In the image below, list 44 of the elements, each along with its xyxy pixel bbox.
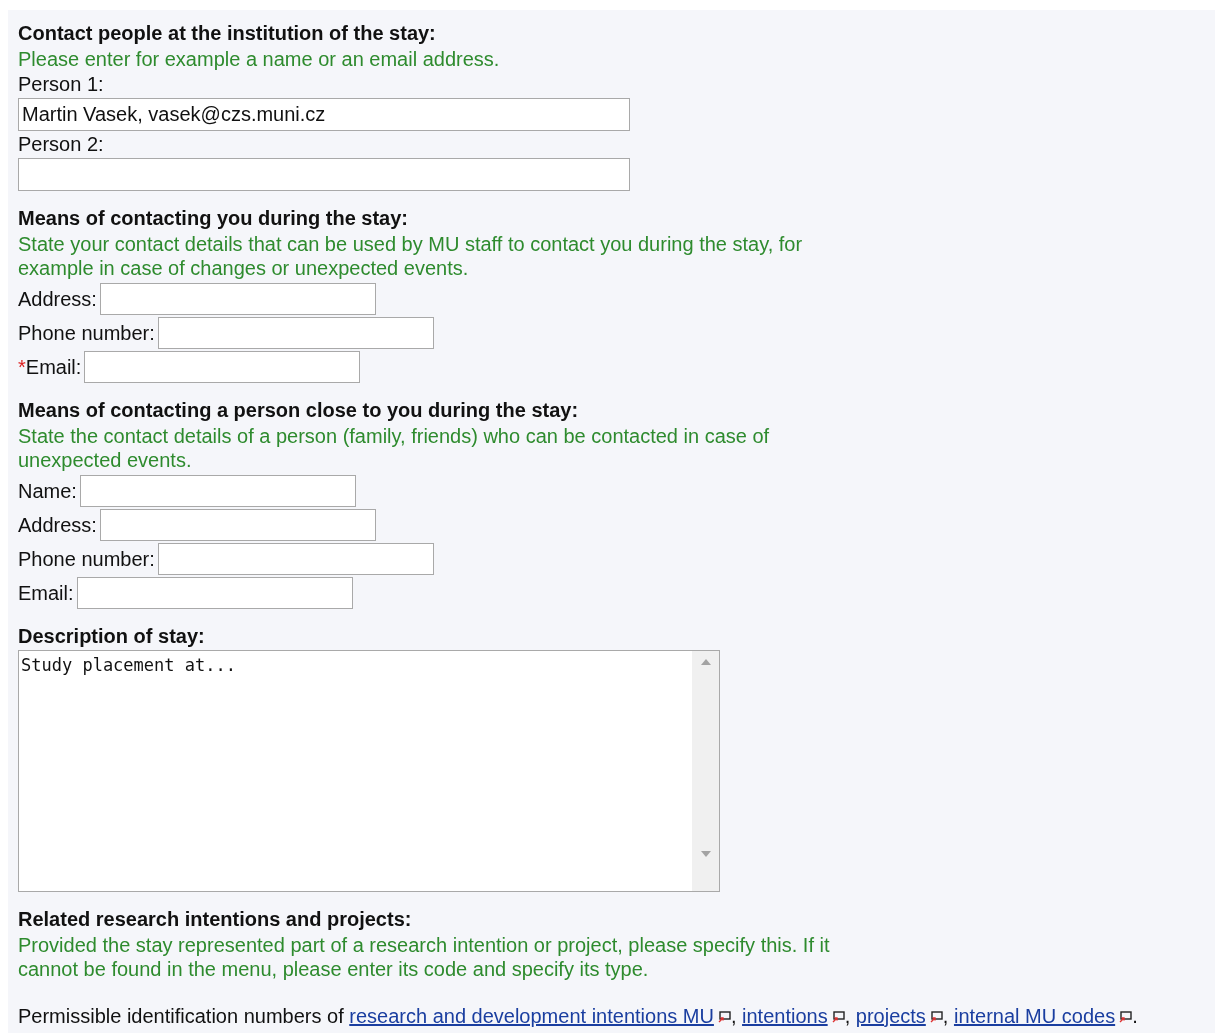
field-label: Phone number: — [18, 321, 155, 346]
section-heading: Contact people at the institution of the stay: — [18, 21, 437, 46]
section-heading: Related research intentions and projects: — [18, 907, 413, 932]
text-field[interactable] — [79, 475, 356, 507]
external-link-icon — [929, 1011, 943, 1023]
text-field[interactable] — [84, 351, 361, 383]
text-field[interactable] — [18, 158, 630, 191]
external-link-icon — [831, 1011, 845, 1023]
separator-text: , — [844, 1005, 852, 1027]
hint-text: State the contact details of a person (family, friends) who can be contacted in case of unexpected events. — [18, 424, 771, 472]
description-textarea[interactable]: Study placement at... — [18, 650, 720, 892]
hint-text: Provided the stay represented part of a research intention or project, please specify this. If it cannot be found in the menu, please enter its code and specify its type. — [18, 933, 831, 981]
text-field[interactable]: Martin Vasek, vasek@czs.muni.cz — [18, 98, 630, 131]
external-link-icon — [1119, 1011, 1133, 1023]
field-label: Address: — [18, 287, 97, 312]
text-field[interactable] — [99, 509, 376, 541]
reference-link[interactable]: research and development intentions MU — [349, 1005, 714, 1027]
field-label: *Email: — [18, 355, 82, 380]
hint-text: Please enter for example a name or an email address. — [18, 47, 501, 71]
field-label: Phone number: — [18, 547, 155, 572]
reference-link[interactable]: internal MU codes — [953, 1005, 1116, 1027]
field-label: Address: — [18, 513, 97, 538]
hint-text: State your contact details that can be used by MU staff to contact you during the stay, for example in case of changes or unexpected events. — [18, 232, 804, 280]
field-label: Name: — [18, 479, 77, 504]
textarea-text: Study placement at... — [20, 654, 237, 677]
text-field[interactable] — [99, 283, 376, 315]
text-field[interactable] — [157, 317, 434, 349]
section-heading: Means of contacting you during the stay: — [18, 206, 410, 231]
field-label: Email: — [18, 581, 74, 606]
links-intro: Permissible identification numbers of — [18, 1005, 345, 1027]
text-field[interactable] — [76, 577, 353, 609]
section-heading: Means of contacting a person close to you during the stay: — [18, 398, 580, 423]
separator-text: , — [942, 1005, 950, 1027]
reference-link[interactable]: projects — [855, 1005, 926, 1027]
separator-text: . — [1132, 1005, 1138, 1027]
separator-text: , — [730, 1005, 738, 1027]
text-field[interactable] — [157, 543, 434, 575]
field-label: Person 2: — [18, 132, 105, 157]
external-link-icon — [717, 1011, 731, 1023]
scroll-up-icon — [700, 659, 711, 665]
reference-link[interactable]: intentions — [742, 1005, 828, 1027]
section-heading: Description of stay: — [18, 624, 206, 649]
scroll-down-icon — [700, 851, 711, 857]
field-label: Person 1: — [18, 72, 105, 97]
